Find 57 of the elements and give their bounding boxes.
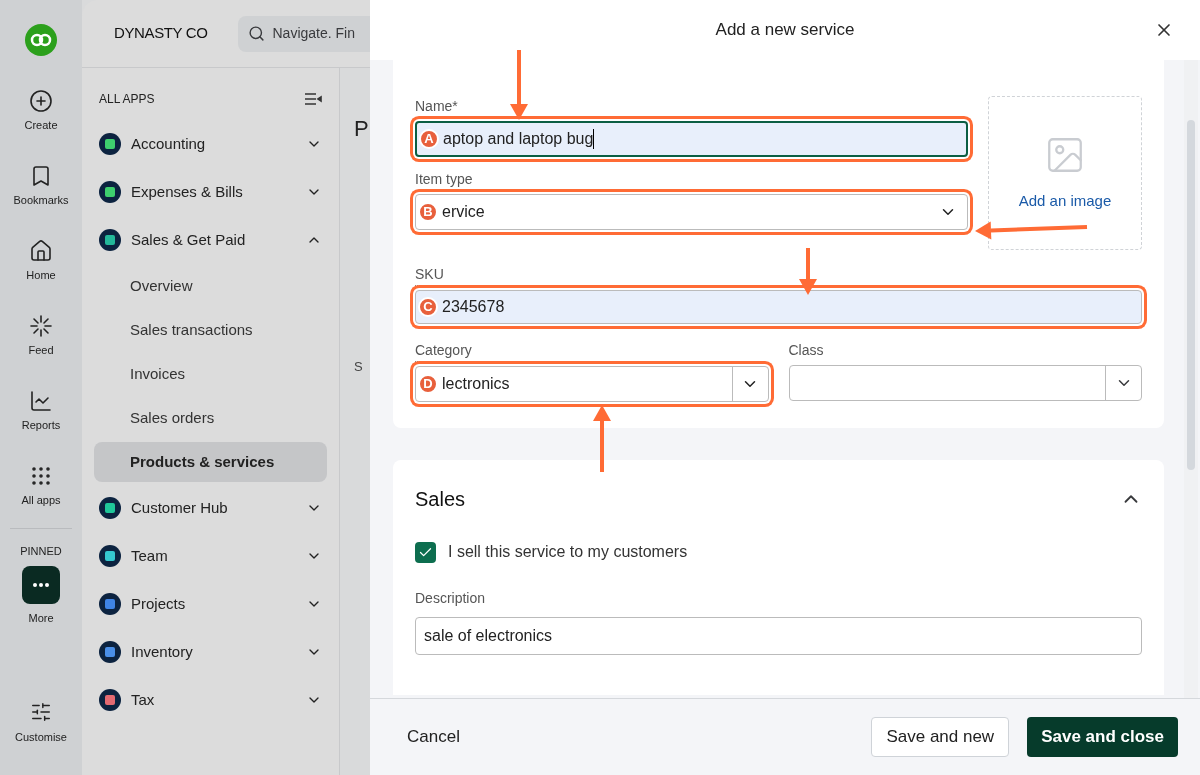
field-label: Description [415, 589, 487, 608]
add-image-link[interactable]: Add an image [1018, 189, 1112, 213]
nav-sub-item[interactable]: Sales orders [94, 398, 327, 438]
step-marker: B [418, 202, 438, 222]
reports-icon [29, 389, 53, 414]
nav-sub-item[interactable]: Products & services [94, 442, 327, 482]
nav-app-item[interactable]: Inventory [94, 628, 327, 676]
field-label: Name* [415, 97, 459, 116]
nav-app-item[interactable]: Expenses & Bills [94, 168, 327, 216]
dialog-title: Add a new service [715, 19, 855, 42]
rail-item[interactable]: Home [13, 224, 69, 299]
more-button[interactable] [22, 565, 60, 604]
nav-app-item[interactable]: Sales & Get Paid [94, 216, 327, 264]
logo-icon [25, 24, 57, 56]
field-label: Item type [415, 170, 474, 189]
annotation-arrow [510, 50, 528, 120]
nav-app-item[interactable]: Tax [94, 676, 327, 724]
rail-item[interactable]: Feed [13, 299, 69, 374]
company-name: DYNASTY CO [114, 23, 208, 44]
save-and-new-button[interactable]: Save and new [871, 717, 1010, 757]
description-field[interactable]: sale of electronics [415, 617, 1142, 655]
image-dropzone[interactable]: Add an image [988, 96, 1142, 250]
more-label: More [28, 610, 54, 626]
rail-item[interactable]: Reports [13, 374, 69, 449]
nav-sub-item[interactable]: Sales transactions [94, 310, 327, 350]
customise-item[interactable]: Customise [15, 700, 67, 745]
nav-app-item[interactable]: Projects [94, 580, 327, 628]
search-icon [247, 25, 265, 42]
cancel-button[interactable]: Cancel [407, 724, 460, 750]
step-marker: C [418, 297, 438, 317]
checkbox-label: I sell this service to my customers [448, 542, 688, 562]
step-marker: D [418, 374, 438, 394]
nav-app-item[interactable]: Accounting [94, 120, 327, 168]
save-and-close-button[interactable]: Save and close [1027, 717, 1178, 757]
page-label: S [354, 358, 363, 376]
rail-item[interactable]: Bookmarks [13, 149, 69, 224]
home-icon [29, 239, 53, 264]
step-marker: A [419, 129, 439, 149]
checkbox[interactable] [415, 541, 436, 563]
annotation-arrow [593, 405, 611, 472]
rail-item[interactable]: Create [13, 74, 69, 149]
rail-item[interactable]: All apps [13, 449, 69, 524]
pinned-heading: PINNED [20, 544, 62, 559]
page-title: P [354, 115, 369, 143]
nav-sub-item[interactable]: Invoices [94, 354, 327, 394]
more-icon [33, 582, 49, 587]
sparkle-icon [29, 314, 53, 339]
nav-heading: ALL APPS [99, 91, 155, 108]
nav-app-item[interactable]: Customer Hub [94, 484, 327, 532]
nav-sub-item[interactable]: Overview [94, 266, 327, 306]
sliders-icon [30, 700, 52, 723]
section-heading: Sales [415, 487, 466, 512]
collapse-icon [304, 92, 322, 106]
annotation-arrow [799, 248, 817, 295]
create-icon [29, 89, 53, 114]
field-label: Class [788, 341, 824, 360]
nav-app-item[interactable]: Team [94, 532, 327, 580]
